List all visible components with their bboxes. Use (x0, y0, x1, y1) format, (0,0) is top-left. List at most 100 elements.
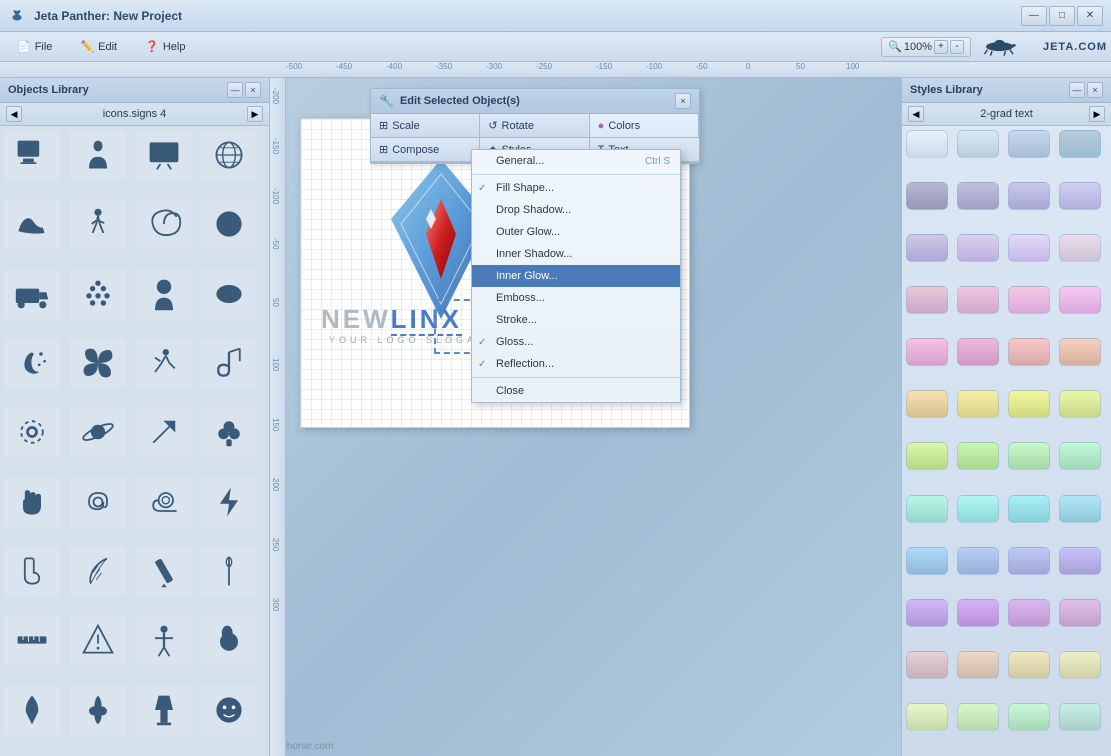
icon-person[interactable] (70, 130, 126, 180)
close-button[interactable]: ✕ (1077, 6, 1103, 26)
styles-prev-btn[interactable]: ◀ (908, 106, 924, 122)
style-swatch[interactable] (1059, 495, 1101, 523)
style-swatch[interactable] (906, 442, 948, 470)
dropdown-stroke[interactable]: Stroke... (472, 309, 680, 331)
style-swatch[interactable] (1008, 442, 1050, 470)
minimize-button[interactable]: — (1021, 6, 1047, 26)
style-swatch[interactable] (1059, 442, 1101, 470)
dropdown-general[interactable]: General... Ctrl S (472, 150, 680, 172)
objects-close-btn[interactable]: × (245, 82, 261, 98)
dropdown-reflection[interactable]: Reflection... (472, 353, 680, 375)
style-swatch[interactable] (957, 182, 999, 210)
styles-close-btn[interactable]: × (1087, 82, 1103, 98)
icon-arrow-diagonal[interactable] (136, 407, 192, 457)
style-swatch[interactable] (1059, 286, 1101, 314)
zoom-plus-button[interactable]: + (934, 40, 948, 54)
icon-music-note[interactable] (201, 338, 257, 388)
icon-ball[interactable] (201, 615, 257, 665)
style-swatch[interactable] (1008, 234, 1050, 262)
icon-face[interactable] (201, 199, 257, 249)
style-swatch[interactable] (906, 547, 948, 575)
style-swatch[interactable] (1059, 338, 1101, 366)
style-swatch[interactable] (906, 599, 948, 627)
icon-warning-sign[interactable] (70, 615, 126, 665)
help-menu[interactable]: ❓ Help (132, 35, 198, 58)
style-swatch[interactable] (1008, 130, 1050, 158)
file-menu[interactable]: 📄 File (4, 35, 65, 58)
icon-snail[interactable] (136, 477, 192, 527)
style-swatch[interactable] (1008, 182, 1050, 210)
icon-planet[interactable] (70, 407, 126, 457)
style-swatch[interactable] (957, 390, 999, 418)
style-swatch[interactable] (1008, 599, 1050, 627)
icon-person-arms[interactable] (136, 615, 192, 665)
colors-tab[interactable]: ● Colors (590, 114, 699, 138)
icon-afro[interactable] (136, 269, 192, 319)
style-swatch[interactable] (906, 495, 948, 523)
dropdown-drop-shadow[interactable]: Drop Shadow... (472, 199, 680, 221)
icon-pinwheel[interactable] (70, 338, 126, 388)
styles-next-btn[interactable]: ▶ (1089, 106, 1105, 122)
style-swatch[interactable] (906, 130, 948, 158)
style-swatch[interactable] (1008, 338, 1050, 366)
style-swatch[interactable] (906, 234, 948, 262)
style-swatch[interactable] (1059, 651, 1101, 679)
style-swatch[interactable] (1008, 495, 1050, 523)
icon-at-symbol[interactable] (70, 477, 126, 527)
dropdown-close[interactable]: Close (472, 380, 680, 402)
style-swatch[interactable] (1008, 286, 1050, 314)
maximize-button[interactable]: □ (1049, 6, 1075, 26)
icon-spiral[interactable] (136, 199, 192, 249)
dropdown-outer-glow[interactable]: Outer Glow... (472, 221, 680, 243)
style-swatch[interactable] (1008, 547, 1050, 575)
style-swatch[interactable] (1059, 547, 1101, 575)
icon-lightning[interactable] (201, 477, 257, 527)
icon-truck[interactable] (4, 269, 60, 319)
style-swatch[interactable] (1059, 599, 1101, 627)
style-swatch[interactable] (957, 130, 999, 158)
style-swatch[interactable] (957, 599, 999, 627)
objects-minimize-btn[interactable]: — (227, 82, 243, 98)
style-swatch[interactable] (957, 547, 999, 575)
zoom-minus-button[interactable]: - (950, 40, 964, 54)
style-swatch[interactable] (957, 234, 999, 262)
icon-needle[interactable] (201, 546, 257, 596)
dropdown-inner-glow[interactable]: Inner Glow... (472, 265, 680, 287)
style-swatch[interactable] (906, 286, 948, 314)
icon-computer[interactable] (4, 130, 60, 180)
icon-walking[interactable] (70, 199, 126, 249)
icon-gear[interactable] (4, 407, 60, 457)
icon-ruler[interactable] (4, 615, 60, 665)
icon-feather[interactable] (70, 546, 126, 596)
icon-pencil[interactable] (136, 546, 192, 596)
dropdown-fill-shape[interactable]: Fill Shape... (472, 177, 680, 199)
style-swatch[interactable] (957, 651, 999, 679)
rotate-tab[interactable]: ↺ Rotate (480, 114, 589, 138)
style-swatch[interactable] (1059, 234, 1101, 262)
style-swatch[interactable] (1059, 390, 1101, 418)
library-prev-btn[interactable]: ◀ (6, 106, 22, 122)
icon-shoe[interactable] (4, 199, 60, 249)
style-swatch[interactable] (906, 703, 948, 731)
icon-tv[interactable] (136, 130, 192, 180)
icon-cartoon-face[interactable] (201, 685, 257, 735)
dropdown-emboss[interactable]: Emboss... (472, 287, 680, 309)
icon-saxophone[interactable] (4, 546, 60, 596)
edit-panel-close-btn[interactable]: × (675, 93, 691, 109)
style-swatch[interactable] (957, 495, 999, 523)
icon-hand-stop[interactable] (4, 477, 60, 527)
icon-guitar[interactable] (70, 685, 126, 735)
style-swatch[interactable] (957, 703, 999, 731)
style-swatch[interactable] (957, 286, 999, 314)
icon-globe[interactable] (201, 130, 257, 180)
style-swatch[interactable] (957, 338, 999, 366)
library-next-btn[interactable]: ▶ (247, 106, 263, 122)
style-swatch[interactable] (1008, 651, 1050, 679)
dropdown-inner-shadow[interactable]: Inner Shadow... (472, 243, 680, 265)
style-swatch[interactable] (1008, 703, 1050, 731)
style-swatch[interactable] (906, 338, 948, 366)
icon-clover[interactable] (201, 407, 257, 457)
style-swatch[interactable] (1008, 390, 1050, 418)
style-swatch[interactable] (906, 651, 948, 679)
scale-tab[interactable]: ⊞ Scale (371, 114, 480, 138)
